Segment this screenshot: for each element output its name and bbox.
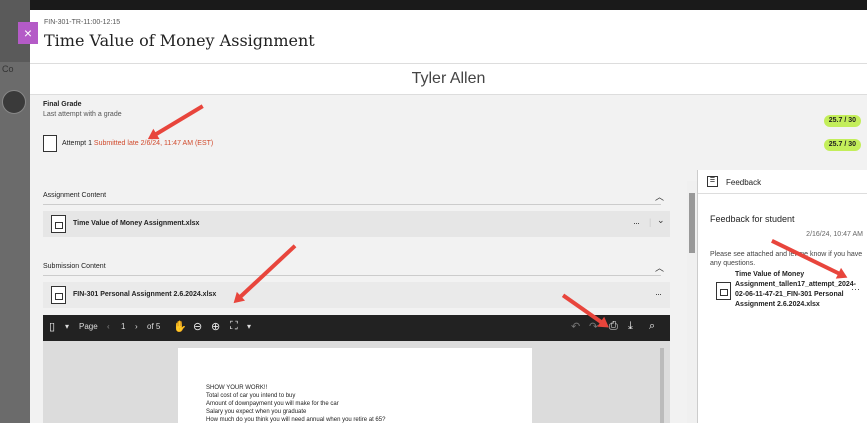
collapse-chevron-icon[interactable]: ︿ (655, 261, 664, 274)
collapse-chevron-icon[interactable]: ︿ (655, 190, 664, 203)
assignment-content-heading: Assignment Content (43, 192, 107, 199)
feedback-panel: ☰ Feedback Feedback for student 2/16/24,… (697, 170, 867, 423)
final-grade-label: Final Grade (43, 101, 82, 108)
next-page-icon[interactable]: › (135, 322, 138, 331)
feedback-title: Feedback (726, 178, 762, 187)
feedback-header: ☰ Feedback (698, 170, 867, 194)
page-label: Page (79, 322, 98, 331)
previous-page-icon[interactable]: ‹ (107, 322, 110, 331)
fit-page-icon[interactable]: ⛶ (230, 320, 238, 333)
attempt-document-icon (43, 135, 57, 152)
background-sidebar (0, 62, 30, 423)
sidebar-toggle-icon[interactable]: ▯ (49, 320, 55, 333)
submission-file-name[interactable]: FIN-301 Personal Assignment 2.6.2024.xls… (73, 291, 216, 298)
final-grade-subtitle: Last attempt with a grade (43, 111, 122, 118)
feedback-icon: ☰ (707, 176, 718, 187)
page-number-input[interactable]: 1 (121, 322, 125, 331)
spreadsheet-icon (51, 215, 66, 233)
viewer-scrollbar[interactable] (660, 348, 664, 423)
page-title: Time Value of Money Assignment (44, 31, 315, 50)
feedback-for-student: Feedback for student (710, 214, 795, 224)
document-viewer[interactable]: SHOW YOUR WORK!! Total cost of car you i… (43, 341, 670, 423)
assignment-file-row[interactable]: Time Value of Money Assignment.xlsx ··· … (43, 211, 670, 237)
assignment-file-name[interactable]: Time Value of Money Assignment.xlsx (73, 220, 199, 227)
document-viewer-toolbar: ▯ ▾ Page ‹ 1 › of 5 ✋ ⊖ ⊕ ⛶ ▾ ↶ ↷ ⎙ ⤓ ⌕ (43, 315, 670, 341)
background-text: Co (2, 64, 14, 74)
final-grade-pill[interactable]: 25.7 / 30 (823, 115, 861, 127)
divider (43, 204, 661, 205)
document-line: Amount of downpayment you will make for … (206, 401, 339, 407)
more-options-icon[interactable]: ··· (655, 289, 662, 299)
document-line: Total cost of car you intend to buy (206, 393, 296, 399)
dropdown-icon[interactable]: ▾ (65, 322, 69, 331)
spreadsheet-icon (51, 286, 66, 304)
feedback-note: Please see attached and let me know if y… (710, 251, 863, 267)
spreadsheet-icon (716, 282, 731, 300)
student-name: Tyler Allen (30, 63, 867, 95)
chevron-down-icon[interactable]: ⌄ (657, 215, 664, 226)
undo-icon[interactable]: ↶ (571, 320, 580, 333)
hand-tool-icon[interactable]: ✋ (173, 320, 187, 333)
more-options-icon[interactable]: ··· (851, 284, 860, 294)
document-line: How much do you think you will need annu… (206, 417, 386, 423)
page-count: of 5 (147, 322, 161, 331)
download-icon[interactable]: ⤓ (628, 320, 633, 333)
attempt-number: Attempt 1 (62, 140, 92, 147)
grading-panel: FIN-301-TR-11:00-12:15 Time Value of Mon… (30, 10, 867, 423)
panel-scrollbar[interactable] (687, 181, 697, 423)
zoom-out-icon[interactable]: ⊖ (193, 320, 202, 333)
more-options-icon[interactable]: ··· (633, 218, 640, 228)
course-id: FIN-301-TR-11:00-12:15 (44, 19, 121, 26)
separator: | (649, 217, 652, 227)
dropdown-icon[interactable]: ▾ (247, 322, 251, 331)
close-button[interactable]: × (18, 22, 38, 44)
search-icon[interactable]: ⌕ (649, 320, 655, 333)
attempt-grade-pill[interactable]: 25.7 / 30 (823, 139, 861, 151)
background-page: Co (0, 0, 30, 423)
feedback-file-name[interactable]: Time Value of Money Assignment_tallen17_… (735, 270, 856, 310)
document-line: SHOW YOUR WORK!! (206, 385, 268, 391)
avatar (2, 90, 26, 114)
submission-content-heading: Submission Content (43, 263, 106, 270)
divider (43, 275, 661, 276)
submission-column: Assignment Content ︿ Time Value of Money… (30, 181, 687, 423)
attempt-label[interactable]: Attempt 1 Submitted late 2/6/24, 11:47 A… (62, 140, 213, 147)
document-page: SHOW YOUR WORK!! Total cost of car you i… (178, 348, 532, 423)
feedback-date: 2/16/24, 10:47 AM (806, 231, 863, 238)
document-line: Salary you expect when you graduate (206, 409, 307, 415)
zoom-in-icon[interactable]: ⊕ (211, 320, 220, 333)
